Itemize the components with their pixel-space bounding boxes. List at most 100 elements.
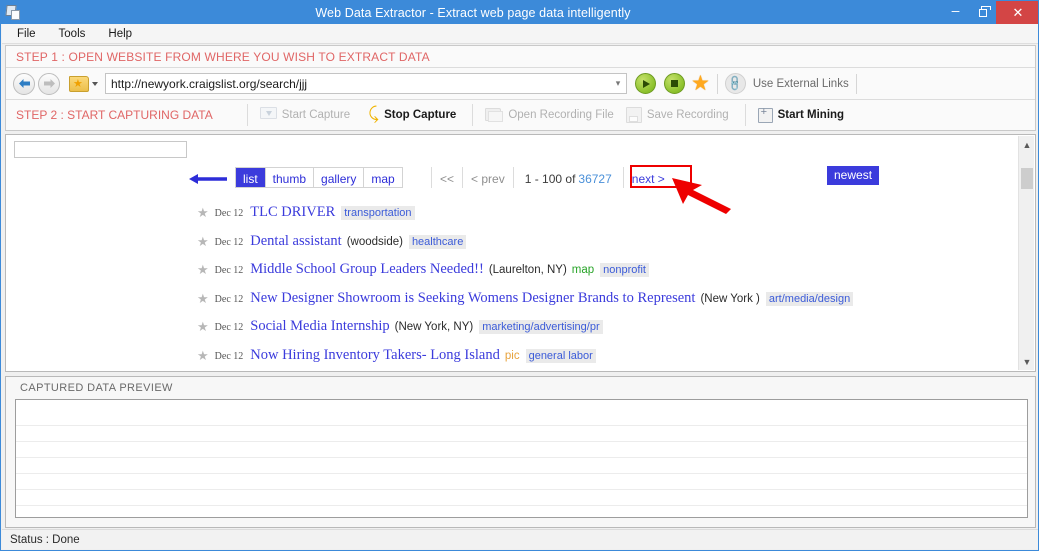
view-mode-buttons: list thumb gallery map <box>235 167 403 188</box>
restore-button[interactable] <box>969 1 996 24</box>
back-link-button[interactable] <box>187 169 229 189</box>
scrollbar-thumb[interactable] <box>1021 168 1033 189</box>
search-input[interactable] <box>14 141 187 158</box>
favorite-star-icon[interactable]: ★ <box>197 292 209 305</box>
listing-category[interactable]: healthcare <box>409 235 466 249</box>
window-title: Web Data Extractor - Extract web page da… <box>4 6 942 20</box>
listing-category[interactable]: nonprofit <box>600 263 649 277</box>
listing-date: Dec 12 <box>215 294 244 305</box>
toolbar-separator-2 <box>472 104 473 126</box>
pager-prev-button[interactable]: < prev <box>463 167 514 188</box>
status-bar: Status : Done <box>2 529 1039 549</box>
listing-title[interactable]: Now Hiring Inventory Takers- Long Island <box>250 347 500 364</box>
browser-forward-button[interactable] <box>38 73 60 95</box>
list-item[interactable]: ★ Dec 12 Now Hiring Inventory Takers- Lo… <box>7 347 1019 371</box>
browser-back-button[interactable] <box>13 73 35 95</box>
listing-location: (New York ) <box>700 293 759 305</box>
view-button-map[interactable]: map <box>364 168 401 187</box>
favorite-star-icon[interactable]: ★ <box>197 206 209 219</box>
listing-title[interactable]: Dental assistant <box>250 233 341 250</box>
listing-date: Dec 12 <box>215 351 244 362</box>
listing-location: (New York, NY) <box>395 321 474 333</box>
star-icon[interactable]: ★ <box>691 73 710 94</box>
open-recording-file-button[interactable]: Open Recording File <box>481 103 617 127</box>
list-item[interactable]: ★ Dec 12 TLC DRIVER transportation <box>7 204 1019 233</box>
view-button-thumb[interactable]: thumb <box>266 168 314 187</box>
listing-category[interactable]: art/media/design <box>766 292 853 306</box>
open-recording-file-label: Open Recording File <box>508 109 613 121</box>
restore-icon <box>979 9 987 17</box>
pager-range-label: 1 - 100 of <box>525 172 576 186</box>
listings-container: ★ Dec 12 TLC DRIVER transportation ★ Dec… <box>7 204 1019 370</box>
list-item[interactable]: ★ Dec 12 Dental assistant (woodside) hea… <box>7 233 1019 262</box>
step2-label: STEP 2 : START CAPTURING DATA <box>16 108 213 122</box>
favorite-star-icon[interactable]: ★ <box>197 235 209 248</box>
listing-category[interactable]: marketing/advertising/pr <box>479 320 602 334</box>
pager-first-button[interactable]: << <box>431 167 463 188</box>
listing-category[interactable]: general labor <box>526 349 596 363</box>
left-arrow-icon <box>188 172 228 186</box>
app-window-icon <box>4 4 24 22</box>
listing-title[interactable]: Social Media Internship <box>250 318 389 335</box>
view-button-gallery[interactable]: gallery <box>314 168 364 187</box>
stop-button[interactable] <box>664 73 685 94</box>
listing-title[interactable]: Middle School Group Leaders Needed!! <box>250 261 484 278</box>
forward-arrow-icon <box>43 78 56 89</box>
listing-date: Dec 12 <box>215 237 244 248</box>
list-item[interactable]: ★ Dec 12 Social Media Internship (New Yo… <box>7 318 1019 347</box>
steps-panel: STEP 1 : OPEN WEBSITE FROM WHERE YOU WIS… <box>5 45 1036 131</box>
step2-toolbar: STEP 2 : START CAPTURING DATA Start Capt… <box>6 100 1035 130</box>
view-button-list[interactable]: list <box>236 168 266 187</box>
minimize-button[interactable]: – <box>942 1 969 24</box>
captured-data-grid[interactable] <box>15 399 1028 518</box>
mining-grid-icon <box>758 108 773 123</box>
scroll-down-button[interactable]: ▼ <box>1019 353 1035 370</box>
browser-vertical-scrollbar[interactable]: ▲ ▼ <box>1018 136 1034 370</box>
favorite-star-icon[interactable]: ★ <box>197 320 209 333</box>
start-capture-label: Start Capture <box>282 109 350 121</box>
pager-total-count: 36727 <box>578 172 611 186</box>
step1-label: STEP 1 : OPEN WEBSITE FROM WHERE YOU WIS… <box>16 50 430 64</box>
captured-data-preview-title: CAPTURED DATA PREVIEW <box>20 382 173 394</box>
listing-date: Dec 12 <box>215 322 244 333</box>
external-links-button[interactable]: 🔗 <box>725 73 746 94</box>
listing-title[interactable]: New Designer Showroom is Seeking Womens … <box>250 290 695 307</box>
pager-next-button[interactable]: next > <box>624 167 673 188</box>
play-icon <box>643 80 650 88</box>
save-recording-button[interactable]: Save Recording <box>622 103 733 127</box>
stop-icon <box>671 80 678 87</box>
toolbar-separator-3 <box>745 104 746 126</box>
menu-file[interactable]: File <box>15 26 38 42</box>
listing-title[interactable]: TLC DRIVER <box>250 204 335 221</box>
menu-bar: File Tools Help <box>2 24 1039 44</box>
favorites-button[interactable]: ★ <box>69 75 98 92</box>
favorite-star-icon[interactable]: ★ <box>197 349 209 362</box>
close-button[interactable]: ✕ <box>996 1 1039 24</box>
listing-map-link[interactable]: map <box>572 264 594 276</box>
start-capture-button[interactable]: Start Capture <box>256 103 354 127</box>
status-text: Status : Done <box>10 534 80 546</box>
listing-pic-link[interactable]: pic <box>505 350 520 362</box>
url-dropdown-icon[interactable]: ▾ <box>610 78 626 89</box>
go-button[interactable] <box>635 73 656 94</box>
url-bar[interactable]: http://newyork.craigslist.org/search/jjj… <box>105 73 627 94</box>
newest-button[interactable]: newest <box>827 166 879 185</box>
menu-help[interactable]: Help <box>106 26 134 42</box>
listing-category[interactable]: transportation <box>341 206 414 220</box>
stop-capture-button[interactable]: ⤸ Stop Capture <box>358 103 460 127</box>
favorite-star-icon[interactable]: ★ <box>197 263 209 276</box>
red-arrow-annotation <box>669 176 753 214</box>
menu-tools[interactable]: Tools <box>57 26 88 42</box>
floppy-save-icon <box>626 107 642 123</box>
list-item[interactable]: ★ Dec 12 New Designer Showroom is Seekin… <box>7 290 1019 319</box>
step1-header: STEP 1 : OPEN WEBSITE FROM WHERE YOU WIS… <box>6 46 1035 68</box>
start-mining-button[interactable]: Start Mining <box>754 103 848 127</box>
scroll-up-button[interactable]: ▲ <box>1019 136 1035 153</box>
save-recording-label: Save Recording <box>647 109 729 121</box>
toolbar-separator <box>247 104 248 126</box>
pager-range: 1 - 100 of 36727 <box>514 167 624 188</box>
listing-location: (woodside) <box>347 236 403 248</box>
external-links-label: Use External Links <box>753 78 849 90</box>
url-input[interactable]: http://newyork.craigslist.org/search/jjj <box>106 77 610 91</box>
list-item[interactable]: ★ Dec 12 Middle School Group Leaders Nee… <box>7 261 1019 290</box>
